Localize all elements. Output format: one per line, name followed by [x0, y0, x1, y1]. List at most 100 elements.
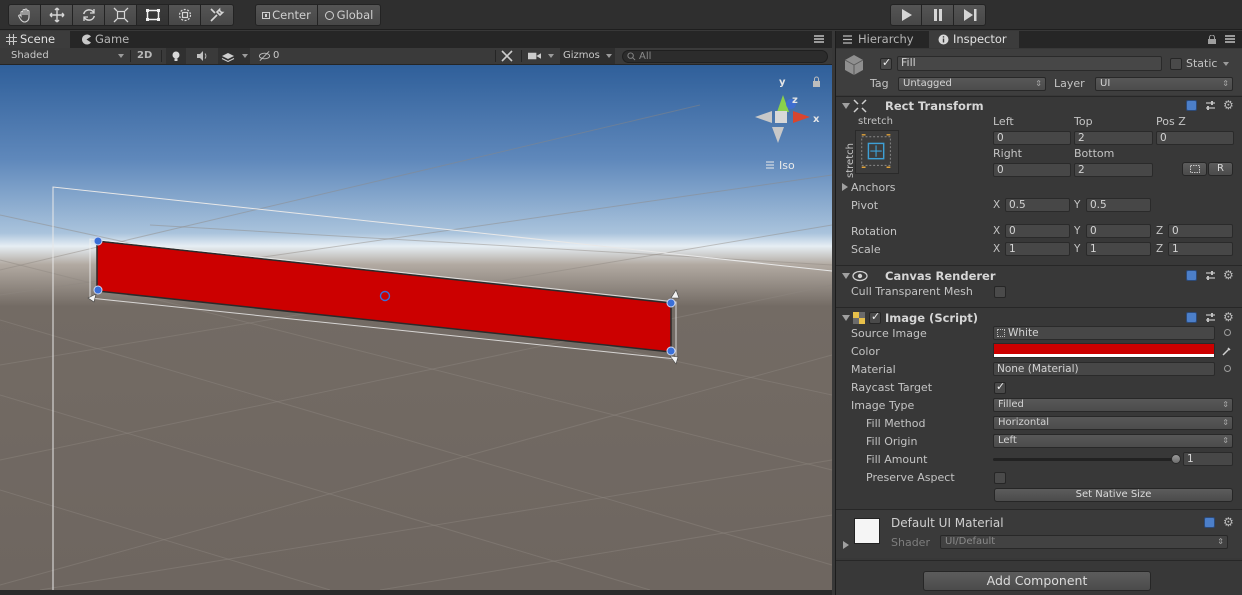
- left-field[interactable]: 0: [993, 131, 1071, 145]
- help-book-icon[interactable]: [1186, 312, 1197, 323]
- gizmo-neg-y-cone[interactable]: [772, 127, 784, 143]
- step-button[interactable]: [954, 4, 986, 26]
- scene-search-input[interactable]: All: [622, 50, 828, 63]
- hidden-objects-toggle[interactable]: 0: [256, 48, 286, 64]
- static-checkbox[interactable]: [1170, 58, 1182, 70]
- corner-handle[interactable]: [93, 285, 103, 295]
- rect-tool-button[interactable]: [137, 4, 169, 26]
- tag-dropdown[interactable]: Untagged: [898, 77, 1046, 91]
- tab-scene[interactable]: Scene: [0, 31, 70, 48]
- preset-sliders-icon[interactable]: [1205, 270, 1216, 281]
- play-button[interactable]: [890, 4, 922, 26]
- gizmos-dropdown[interactable]: Gizmos: [560, 48, 615, 64]
- posz-field[interactable]: 0: [1156, 131, 1234, 145]
- pause-button[interactable]: [922, 4, 954, 26]
- scene-panel-menu-icon[interactable]: [814, 35, 824, 43]
- gameobject-active-checkbox[interactable]: [880, 56, 892, 70]
- anchor-triangle-icon[interactable]: [670, 289, 680, 299]
- right-field[interactable]: 0: [993, 163, 1071, 177]
- canvas-renderer-header[interactable]: Canvas Renderer ⚙: [836, 267, 1242, 285]
- material-fold-icon[interactable]: [843, 541, 849, 549]
- lighting-toggle[interactable]: [166, 48, 186, 64]
- preset-sliders-icon[interactable]: [1205, 312, 1216, 323]
- scale-x-field[interactable]: 1: [1005, 242, 1070, 256]
- rotation-z-field[interactable]: 0: [1168, 224, 1233, 238]
- top-field[interactable]: 2: [1074, 131, 1153, 145]
- bottom-field[interactable]: 2: [1074, 163, 1153, 177]
- gear-icon[interactable]: ⚙: [1223, 99, 1234, 111]
- gear-icon[interactable]: ⚙: [1223, 269, 1234, 281]
- gizmo-center-cube[interactable]: [775, 111, 787, 123]
- fill-origin-dropdown[interactable]: Left: [993, 434, 1233, 448]
- set-native-size-button[interactable]: Set Native Size: [994, 488, 1233, 502]
- pivot-y-field[interactable]: 0.5: [1086, 198, 1151, 212]
- gizmo-neg-x-cone[interactable]: [755, 111, 772, 123]
- object-picker-icon[interactable]: [1224, 365, 1231, 372]
- orientation-gizmo[interactable]: y x z: [755, 77, 820, 143]
- color-swatch[interactable]: [993, 343, 1215, 358]
- layer-dropdown[interactable]: UI: [1095, 77, 1233, 91]
- help-book-icon[interactable]: [1186, 270, 1197, 281]
- raycast-target-checkbox[interactable]: [994, 380, 1006, 394]
- gizmo-x-cone[interactable]: [793, 111, 810, 123]
- static-dropdown-icon[interactable]: [1223, 62, 1229, 66]
- rotation-x-field[interactable]: 0: [1005, 224, 1070, 238]
- inspector-panel-menu-icon[interactable]: [1225, 35, 1235, 43]
- fold-arrow-icon[interactable]: [842, 315, 850, 321]
- camera-dropdown[interactable]: [528, 48, 554, 64]
- add-component-button[interactable]: Add Component: [923, 571, 1151, 591]
- scene-tools-button[interactable]: [501, 48, 517, 64]
- rotate-tool-button[interactable]: [73, 4, 105, 26]
- audio-toggle[interactable]: [192, 48, 212, 64]
- fold-arrow-icon[interactable]: [842, 103, 850, 109]
- projection-label[interactable]: Iso: [779, 159, 795, 172]
- scale-y-field[interactable]: 1: [1086, 242, 1151, 256]
- source-image-field[interactable]: White: [993, 326, 1215, 340]
- pivot-mode-button[interactable]: Center: [255, 4, 318, 26]
- material-field[interactable]: None (Material): [993, 362, 1215, 376]
- image-script-header[interactable]: Image (Script) ⚙: [836, 309, 1242, 327]
- anchors-label[interactable]: Anchors: [851, 181, 896, 194]
- tab-inspector[interactable]: Inspector: [929, 31, 1019, 48]
- scale-z-field[interactable]: 1: [1168, 242, 1233, 256]
- fill-amount-slider-thumb[interactable]: [1171, 454, 1181, 464]
- object-picker-icon[interactable]: [1224, 329, 1231, 336]
- shader-dropdown[interactable]: UI/Default: [940, 535, 1228, 549]
- help-book-icon[interactable]: [1186, 100, 1197, 111]
- image-type-dropdown[interactable]: Filled: [993, 398, 1233, 412]
- gear-icon[interactable]: ⚙: [1223, 311, 1234, 323]
- anchor-triangle-icon[interactable]: [87, 293, 97, 303]
- hand-tool-button[interactable]: [8, 4, 41, 26]
- tab-hierarchy[interactable]: Hierarchy: [836, 31, 924, 48]
- corner-handle[interactable]: [666, 298, 676, 308]
- anchors-fold-icon[interactable]: [842, 183, 848, 191]
- fill-method-dropdown[interactable]: Horizontal: [993, 416, 1233, 430]
- pivot-x-field[interactable]: 0.5: [1005, 198, 1070, 212]
- corner-handle[interactable]: [93, 236, 103, 246]
- rect-transform-header[interactable]: Rect Transform ⚙: [836, 97, 1242, 115]
- corner-handle[interactable]: [666, 346, 676, 356]
- custom-tool-button[interactable]: [201, 4, 234, 26]
- raw-edit-button[interactable]: R: [1208, 162, 1233, 176]
- fold-arrow-icon[interactable]: [842, 273, 850, 279]
- fill-amount-field[interactable]: 1: [1183, 452, 1233, 466]
- blueprint-mode-button[interactable]: [1182, 162, 1207, 176]
- cull-transparent-checkbox[interactable]: [994, 286, 1006, 298]
- eyedropper-icon[interactable]: [1222, 346, 1232, 356]
- anchor-preset-button[interactable]: [855, 130, 899, 174]
- scale-tool-button[interactable]: [105, 4, 137, 26]
- mode-2d-toggle[interactable]: 2D: [137, 48, 153, 64]
- rotation-y-field[interactable]: 0: [1086, 224, 1151, 238]
- image-enabled-checkbox[interactable]: [869, 310, 881, 324]
- transform-tool-button[interactable]: [169, 4, 201, 26]
- preserve-aspect-checkbox[interactable]: [994, 472, 1006, 484]
- gizmo-lock-icon[interactable]: [813, 76, 820, 87]
- gear-icon[interactable]: ⚙: [1223, 516, 1234, 528]
- fill-amount-slider-track[interactable]: [993, 454, 1181, 464]
- shading-mode-dropdown[interactable]: Shaded: [11, 48, 126, 64]
- lock-icon[interactable]: [1208, 35, 1216, 44]
- space-mode-button[interactable]: Global: [318, 4, 381, 26]
- effects-dropdown[interactable]: [218, 48, 250, 64]
- gameobject-name-field[interactable]: Fill: [897, 56, 1162, 71]
- tab-game[interactable]: Game: [75, 31, 137, 48]
